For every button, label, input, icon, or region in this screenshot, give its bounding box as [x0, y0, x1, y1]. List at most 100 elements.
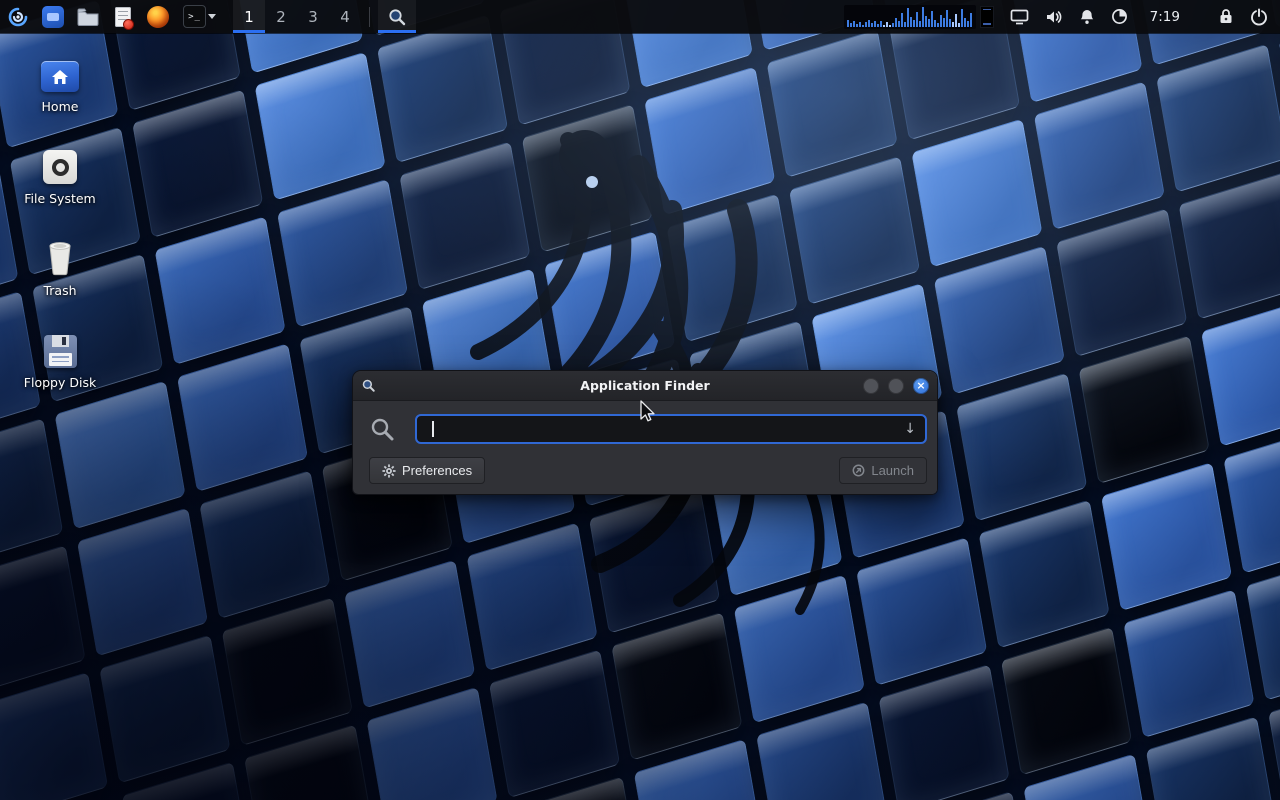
graph-bar [868, 20, 870, 27]
cube [154, 216, 285, 365]
chevron-down-icon[interactable] [208, 14, 216, 19]
text-editor-icon [115, 7, 131, 27]
cube [132, 89, 263, 238]
file-manager-launcher[interactable] [40, 4, 66, 30]
top-panel: >_ 1 2 3 4 7 [0, 0, 1280, 33]
desktop-icon-floppy-disk[interactable]: Floppy Disk [14, 328, 106, 390]
dragon-silhouette [300, 70, 920, 630]
launch-label: Launch [871, 463, 914, 478]
search-icon [369, 416, 395, 442]
gear-icon [382, 464, 396, 478]
display-icon[interactable] [1010, 9, 1029, 25]
graph-bar [856, 24, 858, 27]
application-finder-window: Application Finder × ↓ [352, 370, 938, 495]
graph-bar [967, 21, 969, 27]
firefox-launcher[interactable] [145, 4, 171, 30]
graph-bar [916, 12, 918, 27]
desktop-icon-trash[interactable]: Trash [14, 236, 106, 298]
clock[interactable]: 7:19 [1150, 9, 1180, 25]
launch-button[interactable]: Launch [839, 457, 927, 484]
notifications-bell-icon[interactable] [1079, 8, 1095, 25]
volume-icon[interactable] [1045, 9, 1063, 25]
cube [99, 634, 230, 783]
taskbar-application-finder[interactable] [378, 0, 416, 33]
floppy-disk-icon [44, 335, 77, 368]
graph-bar [907, 8, 909, 27]
graph-bar [901, 13, 903, 27]
system-monitor-block[interactable] [980, 6, 994, 28]
graph-bar [877, 24, 879, 27]
cube [77, 507, 208, 656]
search-entry[interactable]: ↓ [415, 414, 927, 444]
graph-bar [865, 22, 867, 27]
cube [1001, 627, 1132, 776]
workspace-4[interactable]: 4 [329, 0, 361, 33]
cube [1246, 552, 1280, 701]
cube [1101, 462, 1232, 611]
terminal-launcher[interactable]: >_ [180, 4, 219, 30]
edit-badge-icon [123, 19, 134, 30]
graph-bar [910, 17, 912, 27]
kali-applications-menu[interactable] [5, 4, 31, 30]
cube [1034, 81, 1165, 230]
window-title: Application Finder [353, 378, 937, 393]
folder-launcher[interactable] [75, 4, 101, 30]
cube [1056, 208, 1187, 357]
preferences-button[interactable]: Preferences [369, 457, 485, 484]
cube [1201, 298, 1280, 447]
graph-bar [886, 22, 888, 27]
close-button[interactable]: × [913, 378, 929, 394]
power-logout-icon[interactable] [1250, 8, 1268, 26]
search-input[interactable] [434, 421, 905, 437]
graph-bar [871, 23, 873, 27]
minimize-button[interactable] [863, 378, 879, 394]
folder-icon [77, 8, 99, 26]
window-titlebar[interactable]: Application Finder × [353, 371, 937, 401]
cube [177, 343, 308, 492]
maximize-button[interactable] [888, 378, 904, 394]
desktop-icon-home[interactable]: Home [14, 52, 106, 114]
graph-bar [970, 13, 972, 27]
firefox-icon [147, 6, 169, 28]
desktop-icon-label: Floppy Disk [24, 375, 96, 390]
graph-bar [880, 21, 882, 27]
cube [54, 380, 185, 529]
trash-icon [43, 238, 77, 276]
graph-bar [940, 15, 942, 27]
graph-bar [883, 25, 885, 27]
entry-dropdown-arrow-icon[interactable]: ↓ [904, 421, 916, 437]
graph-bar [961, 9, 963, 27]
graph-bar [937, 23, 939, 27]
desktop-icon-label: File System [24, 191, 96, 206]
workspace-1[interactable]: 1 [233, 0, 265, 33]
cube [979, 500, 1110, 649]
graph-bar [958, 23, 960, 27]
graph-bar [847, 20, 849, 27]
graph-bar [892, 23, 894, 27]
system-monitor-graph[interactable] [844, 5, 976, 29]
disk-usage-icon[interactable] [1111, 8, 1128, 25]
graph-bar [931, 11, 933, 27]
graph-bar [946, 10, 948, 27]
graph-bar [874, 21, 876, 27]
cube [956, 373, 1087, 522]
lock-icon[interactable] [1218, 8, 1234, 25]
window-body: ↓ Preferences [353, 401, 937, 494]
cube [489, 649, 620, 798]
workspace-3[interactable]: 3 [297, 0, 329, 33]
cube [1179, 171, 1280, 320]
cube [1123, 589, 1254, 738]
graph-bar [949, 19, 951, 27]
cube [1223, 425, 1280, 574]
text-editor-launcher[interactable] [110, 4, 136, 30]
cube [0, 545, 86, 694]
graph-bar [934, 20, 936, 27]
cube [1079, 335, 1210, 484]
workspace-2[interactable]: 2 [265, 0, 297, 33]
graph-bar [952, 22, 954, 27]
file-manager-icon [42, 6, 64, 28]
workspace-switcher: 1 2 3 4 [233, 0, 361, 33]
system-tray: 7:19 [994, 8, 1280, 26]
desktop-icon-file-system[interactable]: File System [14, 144, 106, 206]
graph-bar [889, 25, 891, 27]
